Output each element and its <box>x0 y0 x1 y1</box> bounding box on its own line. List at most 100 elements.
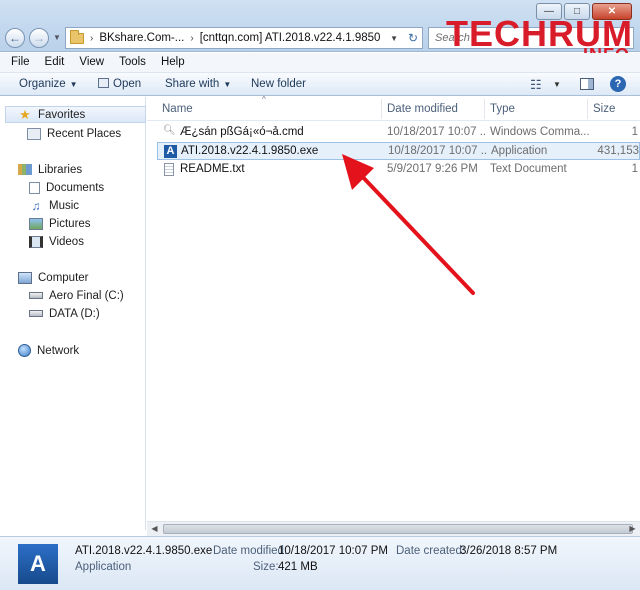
videos-icon <box>29 235 43 248</box>
file-size: 431,153 <box>597 145 639 157</box>
chevron-down-icon[interactable]: ▼ <box>390 34 398 43</box>
details-size-label: Size: <box>253 561 279 573</box>
nav-network[interactable]: Network <box>18 342 79 359</box>
nav-computer-label: Computer <box>38 271 89 284</box>
menu-view[interactable]: View <box>72 53 112 72</box>
recent-pages-dropdown[interactable]: ▼ <box>53 33 61 42</box>
menu-tools[interactable]: Tools <box>112 53 154 72</box>
hard-drive-icon <box>29 310 43 317</box>
breadcrumb-parent[interactable]: BKshare.Com-... <box>99 32 184 44</box>
refresh-icon[interactable]: ↻ <box>408 31 418 45</box>
nav-drive-d-label: DATA (D:) <box>49 307 100 320</box>
recent-places-icon <box>27 127 41 140</box>
libraries-icon <box>18 164 32 175</box>
pictures-icon <box>29 217 43 230</box>
nav-network-label: Network <box>37 344 80 357</box>
column-size[interactable]: Size <box>593 103 615 115</box>
menu-file[interactable]: File <box>4 53 38 72</box>
column-divider[interactable] <box>381 99 382 119</box>
nav-libraries[interactable]: Libraries <box>18 161 82 178</box>
nav-pictures[interactable]: Pictures <box>29 215 91 232</box>
navigation-pane: ★ Favorites Recent Places Libraries Docu… <box>0 97 146 530</box>
folder-icon <box>70 29 84 44</box>
scroll-right-icon[interactable]: ▶ <box>625 522 640 536</box>
open-button[interactable]: Open <box>98 78 141 90</box>
computer-icon <box>18 271 32 284</box>
address-bar[interactable]: › BKshare.Com-... › [cnttqn.com] ATI.201… <box>65 27 423 49</box>
details-date-created-label: Date created: <box>396 545 466 557</box>
documents-icon <box>29 181 40 194</box>
nav-documents-label: Documents <box>46 181 105 194</box>
chevron-down-icon[interactable]: ▼ <box>553 80 561 89</box>
file-row[interactable]: README.txt 5/9/2017 9:26 PM Text Documen… <box>157 161 640 179</box>
chevron-down-icon: ▼ <box>223 80 232 89</box>
back-button[interactable]: ← <box>5 28 25 48</box>
nav-recent-places[interactable]: Recent Places <box>27 125 121 142</box>
application-large-icon: A <box>18 544 58 584</box>
nav-favorites-label: Favorites <box>38 108 86 121</box>
file-row[interactable]: 🔍︎ Æ¿sán pßGá¡«ó¬ả.cmd 10/18/2017 10:07 … <box>157 124 640 142</box>
help-icon[interactable]: ? <box>610 76 626 92</box>
music-icon: ♫ <box>31 198 41 213</box>
forward-button[interactable]: → <box>29 28 49 48</box>
nav-pictures-label: Pictures <box>49 217 91 230</box>
details-filename: ATI.2018.v22.4.1.9850.exe <box>75 545 213 557</box>
nav-computer[interactable]: Computer <box>18 269 89 286</box>
file-type: Windows Comma... <box>490 126 590 138</box>
details-date-modified-label: Date modified: <box>213 545 288 557</box>
details-date-created: 3/26/2018 8:57 PM <box>460 545 558 557</box>
menu-bar: File Edit View Tools Help <box>0 53 640 73</box>
nav-libraries-label: Libraries <box>38 163 83 176</box>
nav-videos[interactable]: Videos <box>29 233 84 250</box>
column-divider[interactable] <box>484 99 485 119</box>
nav-recent-places-label: Recent Places <box>47 127 122 140</box>
star-icon: ★ <box>19 106 31 122</box>
file-name: Æ¿sán pßGá¡«ó¬ả.cmd <box>180 126 304 138</box>
preview-pane-icon[interactable] <box>580 78 594 90</box>
scrollbar-thumb[interactable] <box>163 524 633 534</box>
horizontal-scrollbar[interactable]: ◀ ▶ <box>147 521 640 536</box>
share-with-button[interactable]: Share with ▼ <box>165 78 231 90</box>
magnifier-file-icon: 🔍︎ <box>163 125 176 136</box>
nav-music[interactable]: ♫ Music <box>29 197 80 214</box>
chevron-right-icon[interactable]: › <box>90 33 93 44</box>
column-date-modified[interactable]: Date modified <box>387 103 458 115</box>
nav-drive-c-label: Aero Final (C:) <box>49 289 124 302</box>
details-size: 421 MB <box>278 561 318 573</box>
details-date-modified: 10/18/2017 10:07 PM <box>278 545 388 557</box>
file-list: ^ Name Date modified Type Size 🔍︎ Æ¿sán … <box>147 95 640 530</box>
nav-favorites[interactable]: ★ Favorites <box>5 106 146 123</box>
scroll-left-icon[interactable]: ◀ <box>147 522 162 536</box>
file-date: 10/18/2017 10:07 ... <box>388 145 486 157</box>
chevron-right-icon[interactable]: › <box>190 33 193 44</box>
file-type: Text Document <box>490 163 567 175</box>
file-name: ATI.2018.v22.4.1.9850.exe <box>181 145 319 157</box>
file-date: 5/9/2017 9:26 PM <box>387 163 478 175</box>
file-type: Application <box>491 145 548 157</box>
organize-label: Organize <box>19 78 66 90</box>
column-name[interactable]: Name <box>162 103 193 115</box>
open-label: Open <box>113 78 142 90</box>
file-date: 10/18/2017 10:07 ... <box>387 126 485 138</box>
nav-music-label: Music <box>49 199 80 212</box>
command-bar: Organize ▼ Open Share with ▼ New folder ☷ … <box>0 73 640 96</box>
breadcrumb-current[interactable]: [cnttqn.com] ATI.2018.v22.4.1.9850 <box>200 32 381 44</box>
new-folder-button[interactable]: New folder <box>251 78 306 90</box>
menu-edit[interactable]: Edit <box>38 53 73 72</box>
column-type[interactable]: Type <box>490 103 515 115</box>
view-options-icon[interactable]: ☷ <box>530 77 542 93</box>
column-divider[interactable] <box>587 99 588 119</box>
nav-documents[interactable]: Documents <box>29 179 104 196</box>
network-icon <box>18 344 31 357</box>
application-icon: A <box>164 145 177 158</box>
organize-button[interactable]: Organize ▼ <box>19 78 78 90</box>
file-row-selected[interactable]: A ATI.2018.v22.4.1.9850.exe 10/18/2017 1… <box>157 142 640 160</box>
arrow-left-icon: ← <box>9 31 21 45</box>
menu-help[interactable]: Help <box>154 53 193 72</box>
nav-drive-c[interactable]: Aero Final (C:) <box>29 287 124 304</box>
share-with-label: Share with <box>165 78 220 90</box>
sort-ascending-icon: ^ <box>262 95 266 104</box>
nav-drive-d[interactable]: DATA (D:) <box>29 305 100 322</box>
file-size: 1 <box>631 163 638 175</box>
text-file-icon <box>164 163 174 176</box>
